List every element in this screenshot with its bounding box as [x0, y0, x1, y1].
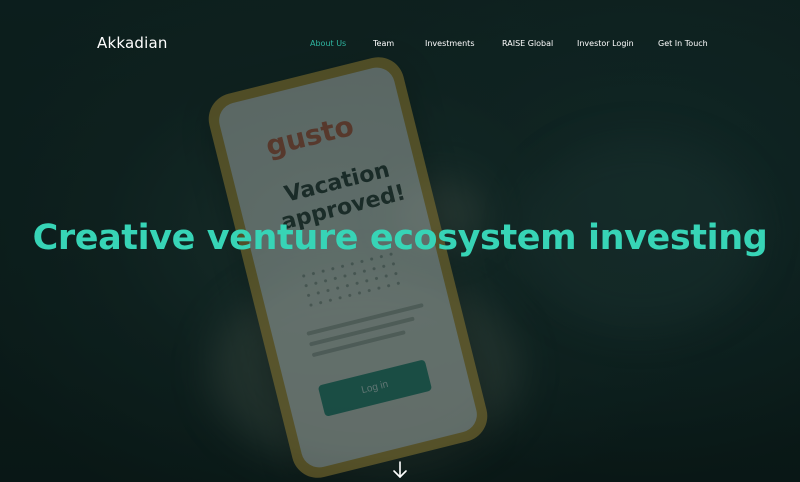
nav-item-get-in-touch[interactable]: Get In Touch [658, 39, 708, 48]
nav-item-investor-login[interactable]: Investor Login [577, 39, 634, 48]
nav-item-raise-global[interactable]: RAISE Global [502, 39, 553, 48]
hero-headline: Creative venture ecosystem investing [32, 218, 768, 258]
nav-item-team[interactable]: Team [373, 39, 394, 48]
nav-item-about-us[interactable]: About Us [310, 39, 346, 48]
nav-menu: About Us Team Investments RAISE Global I… [0, 39, 800, 53]
arrow-down-icon[interactable] [391, 460, 409, 480]
nav-item-investments[interactable]: Investments [425, 39, 474, 48]
top-navigation: Akkadian About Us Team Investments RAISE… [0, 0, 800, 90]
hero-section: gusto Vacation approved! Log in Akkadian… [0, 0, 800, 482]
